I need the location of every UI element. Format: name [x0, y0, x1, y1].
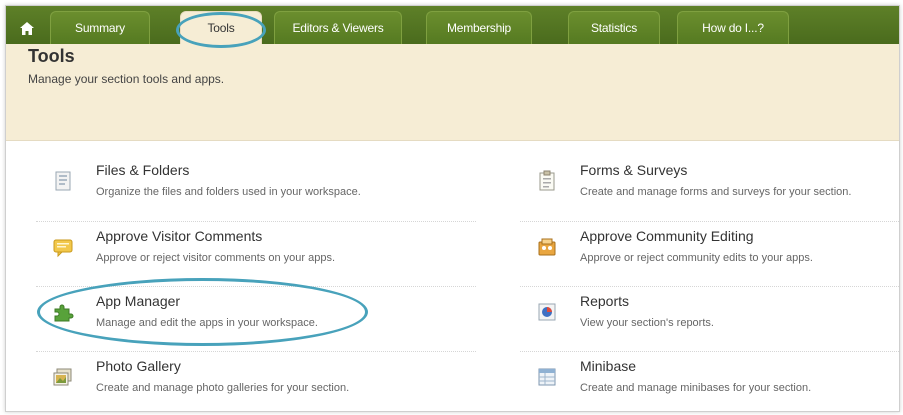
- comments-icon: [53, 239, 73, 258]
- tool-description: Create and manage forms and surveys for …: [580, 186, 852, 198]
- photo-gallery-icon: [53, 368, 72, 386]
- home-icon: [20, 21, 34, 35]
- minibase-icon: [538, 368, 556, 386]
- tool-forms-surveys[interactable]: Forms & Surveys Create and manage forms …: [536, 162, 899, 218]
- tool-name[interactable]: Minibase: [580, 358, 636, 374]
- tab-membership[interactable]: Membership: [426, 11, 532, 44]
- divider: [36, 221, 476, 222]
- tool-description: View your section's reports.: [580, 317, 714, 329]
- tool-name[interactable]: Files & Folders: [96, 162, 189, 178]
- page-title: Tools: [28, 46, 75, 66]
- page-subtitle: Manage your section tools and apps.: [28, 72, 225, 86]
- tool-name[interactable]: Approve Community Editing: [580, 228, 754, 244]
- tool-minibase[interactable]: Minibase Create and manage minibases for…: [536, 358, 899, 411]
- top-nav: Summary Tools Editors & Viewers Membersh…: [6, 6, 899, 44]
- forms-surveys-icon: [539, 170, 555, 191]
- workspace-panel: Summary Tools Editors & Viewers Membersh…: [5, 5, 900, 412]
- tool-description: Approve or reject visitor comments on yo…: [96, 252, 336, 264]
- files-folders-icon: [55, 171, 71, 191]
- tool-app-manager[interactable]: App Manager Manage and edit the apps in …: [52, 293, 472, 349]
- tab-editors-viewers[interactable]: Editors & Viewers: [274, 11, 402, 44]
- tool-photo-gallery[interactable]: Photo Gallery Create and manage photo ga…: [52, 358, 472, 411]
- tool-name[interactable]: Photo Gallery: [96, 358, 181, 374]
- tab-summary[interactable]: Summary: [50, 11, 150, 44]
- tool-description: Approve or reject community edits to you…: [580, 252, 813, 264]
- tab-tools[interactable]: Tools: [180, 11, 262, 44]
- tool-name[interactable]: Forms & Surveys: [580, 162, 687, 178]
- tab-how-do-i[interactable]: How do I...?: [677, 11, 789, 44]
- tool-description: Manage and edit the apps in your workspa…: [96, 317, 318, 329]
- tool-description: Create and manage minibases for your sec…: [580, 382, 812, 394]
- divider: [36, 286, 476, 287]
- tool-description: Organize the files and folders used in y…: [96, 186, 361, 198]
- divider: [520, 286, 899, 287]
- puzzle-icon: [54, 304, 74, 322]
- divider: [520, 351, 899, 352]
- tool-approve-community-editing[interactable]: Approve Community Editing Approve or rej…: [536, 228, 899, 284]
- tool-name[interactable]: Reports: [580, 293, 629, 309]
- tab-statistics[interactable]: Statistics: [568, 11, 660, 44]
- reports-icon: [538, 303, 556, 321]
- home-button[interactable]: [10, 12, 44, 44]
- divider: [520, 221, 899, 222]
- tool-approve-visitor-comments[interactable]: Approve Visitor Comments Approve or reje…: [52, 228, 472, 284]
- tool-files-folders[interactable]: Files & Folders Organize the files and f…: [52, 162, 472, 218]
- community-editing-icon: [538, 238, 556, 256]
- tool-name[interactable]: App Manager: [96, 293, 180, 309]
- tool-reports[interactable]: Reports View your section's reports.: [536, 293, 899, 349]
- tool-name[interactable]: Approve Visitor Comments: [96, 228, 262, 244]
- tool-description: Create and manage photo galleries for yo…: [96, 382, 350, 394]
- page-header: [6, 44, 899, 141]
- divider: [36, 351, 476, 352]
